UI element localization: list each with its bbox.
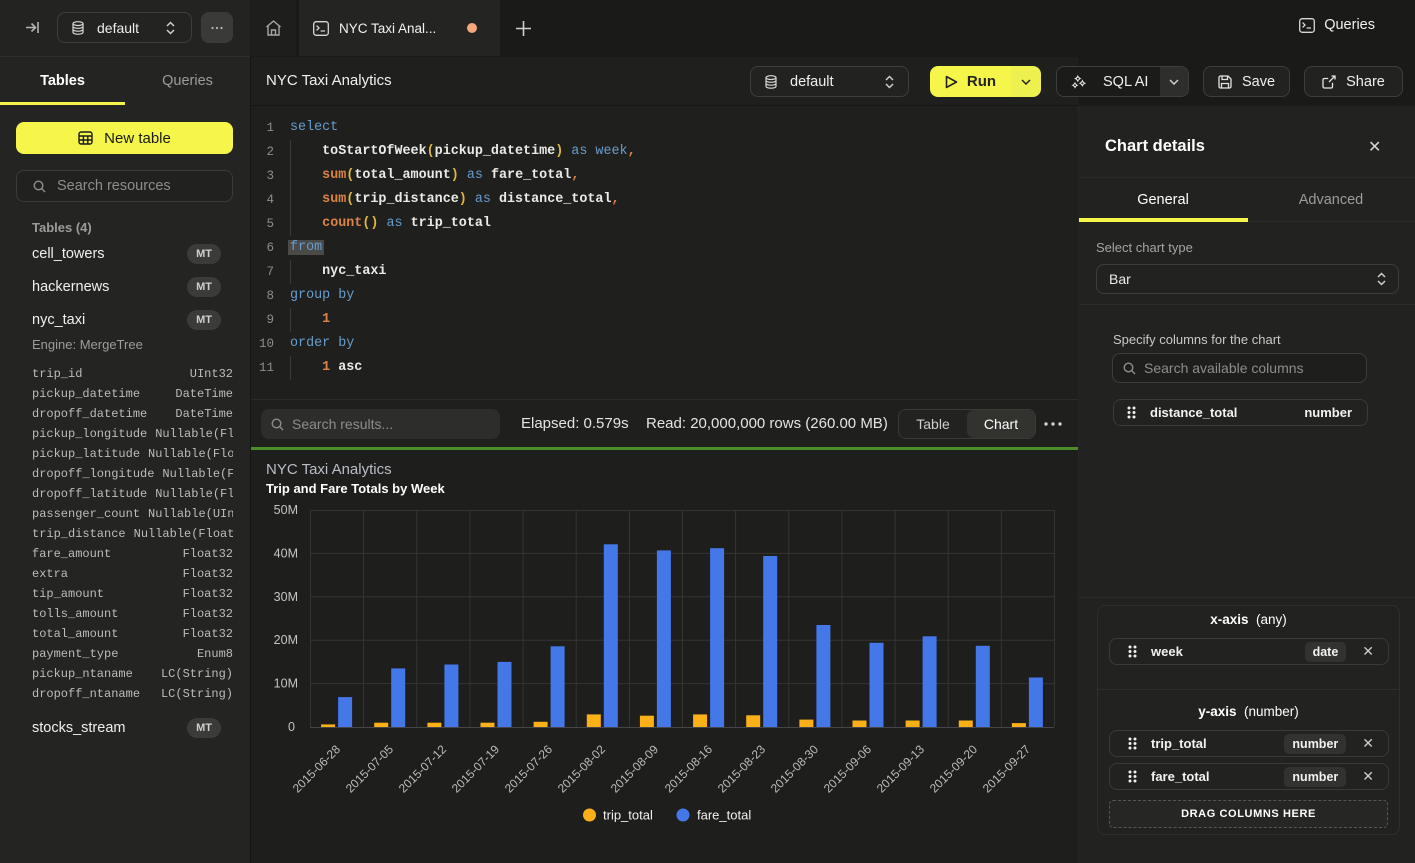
svg-text:2015-08-30: 2015-08-30 — [768, 742, 822, 796]
svg-text:10M: 10M — [274, 677, 298, 691]
svg-text:2015-07-19: 2015-07-19 — [449, 742, 503, 796]
svg-text:20M: 20M — [274, 633, 298, 647]
svg-text:fare_total: fare_total — [697, 808, 751, 823]
svg-text:trip_total: trip_total — [603, 808, 653, 823]
svg-text:2015-09-06: 2015-09-06 — [821, 742, 875, 796]
svg-text:2015-08-16: 2015-08-16 — [662, 742, 716, 796]
svg-text:2015-07-26: 2015-07-26 — [502, 742, 556, 796]
svg-text:2015-07-12: 2015-07-12 — [396, 742, 450, 796]
svg-text:2015-07-05: 2015-07-05 — [343, 742, 397, 796]
svg-text:2015-09-27: 2015-09-27 — [980, 742, 1034, 796]
svg-text:30M: 30M — [274, 590, 298, 604]
svg-text:2015-09-20: 2015-09-20 — [927, 742, 981, 796]
svg-text:50M: 50M — [274, 503, 298, 517]
svg-text:0: 0 — [288, 720, 295, 734]
svg-text:40M: 40M — [274, 546, 298, 560]
svg-text:2015-08-09: 2015-08-09 — [608, 742, 662, 796]
svg-text:2015-08-02: 2015-08-02 — [555, 742, 609, 796]
svg-text:2015-08-23: 2015-08-23 — [715, 742, 769, 796]
svg-text:2015-06-28: 2015-06-28 — [290, 742, 344, 796]
svg-text:2015-09-13: 2015-09-13 — [874, 742, 928, 796]
